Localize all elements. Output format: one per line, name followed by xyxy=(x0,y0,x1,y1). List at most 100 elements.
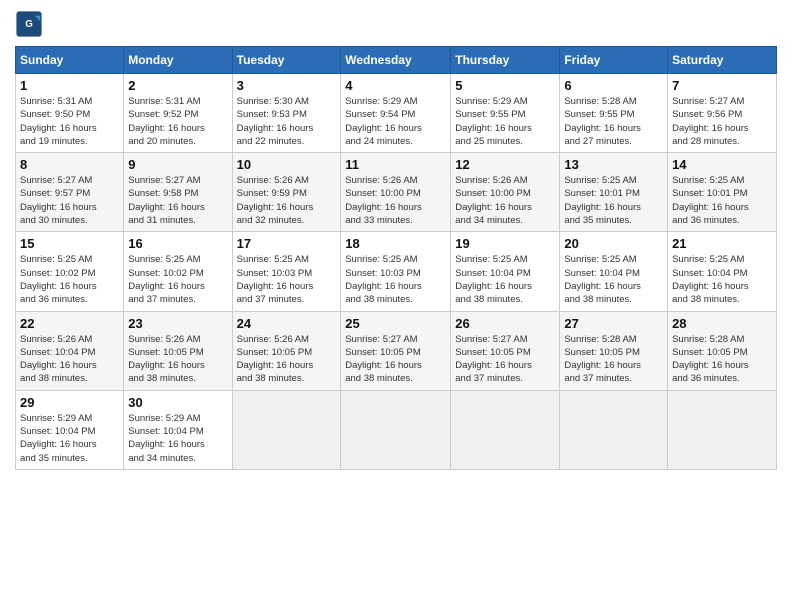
calendar-cell: 15 Sunrise: 5:25 AM Sunset: 10:02 PM Dayl… xyxy=(16,232,124,311)
day-info: Sunrise: 5:27 AM Sunset: 9:57 PM Dayligh… xyxy=(20,174,119,227)
calendar-cell: 22Sunrise: 5:26 AM Sunset: 10:04 PM Dayl… xyxy=(16,311,124,390)
day-info: Sunrise: 5:29 AM Sunset: 9:54 PM Dayligh… xyxy=(345,95,446,148)
svg-text:G: G xyxy=(25,19,33,30)
day-header-saturday: Saturday xyxy=(668,47,777,74)
day-number: 18 xyxy=(345,236,446,251)
day-info: Sunrise: 5:26 AM Sunset: 10:04 PM Daylig… xyxy=(20,333,119,386)
day-info: Sunrise: 5:25 AM Sunset: 10:02 PM Daylig… xyxy=(128,253,227,306)
day-header-tuesday: Tuesday xyxy=(232,47,341,74)
calendar-cell: 29Sunrise: 5:29 AM Sunset: 10:04 PM Dayl… xyxy=(16,390,124,469)
day-number: 26 xyxy=(455,316,555,331)
day-info: Sunrise: 5:27 AM Sunset: 9:58 PM Dayligh… xyxy=(128,174,227,227)
calendar-cell: 1Sunrise: 5:31 AM Sunset: 9:50 PM Daylig… xyxy=(16,74,124,153)
calendar-cell: 14 Sunrise: 5:25 AM Sunset: 10:01 PM Dayl… xyxy=(668,153,777,232)
calendar-cell: 21 Sunrise: 5:25 AM Sunset: 10:04 PM Dayl… xyxy=(668,232,777,311)
week-row-5: 29Sunrise: 5:29 AM Sunset: 10:04 PM Dayl… xyxy=(16,390,777,469)
day-number: 10 xyxy=(237,157,337,172)
day-number: 8 xyxy=(20,157,119,172)
week-row-3: 15 Sunrise: 5:25 AM Sunset: 10:02 PM Dayl… xyxy=(16,232,777,311)
calendar-cell: 5Sunrise: 5:29 AM Sunset: 9:55 PM Daylig… xyxy=(451,74,560,153)
day-number: 27 xyxy=(564,316,663,331)
day-header-sunday: Sunday xyxy=(16,47,124,74)
calendar-table: SundayMondayTuesdayWednesdayThursdayFrid… xyxy=(15,46,777,470)
calendar-cell: 25 Sunrise: 5:27 AM Sunset: 10:05 PM Dayl… xyxy=(341,311,451,390)
day-number: 17 xyxy=(237,236,337,251)
day-number: 9 xyxy=(128,157,227,172)
calendar-cell xyxy=(560,390,668,469)
calendar-cell: 26 Sunrise: 5:27 AM Sunset: 10:05 PM Dayl… xyxy=(451,311,560,390)
day-info: Sunrise: 5:25 AM Sunset: 10:02 PM Daylig… xyxy=(20,253,119,306)
day-number: 21 xyxy=(672,236,772,251)
calendar-cell: 13 Sunrise: 5:25 AM Sunset: 10:01 PM Dayl… xyxy=(560,153,668,232)
day-info: Sunrise: 5:25 AM Sunset: 10:01 PM Daylig… xyxy=(564,174,663,227)
day-info: Sunrise: 5:27 AM Sunset: 9:56 PM Dayligh… xyxy=(672,95,772,148)
day-number: 15 xyxy=(20,236,119,251)
day-number: 11 xyxy=(345,157,446,172)
logo: G xyxy=(15,10,47,38)
calendar-cell xyxy=(451,390,560,469)
day-info: Sunrise: 5:25 AM Sunset: 10:01 PM Daylig… xyxy=(672,174,772,227)
day-info: Sunrise: 5:25 AM Sunset: 10:04 PM Daylig… xyxy=(564,253,663,306)
day-info: Sunrise: 5:25 AM Sunset: 10:03 PM Daylig… xyxy=(345,253,446,306)
day-number: 29 xyxy=(20,395,119,410)
day-info: Sunrise: 5:27 AM Sunset: 10:05 PM Daylig… xyxy=(345,333,446,386)
calendar-cell: 17Sunrise: 5:25 AM Sunset: 10:03 PM Dayl… xyxy=(232,232,341,311)
day-info: Sunrise: 5:28 AM Sunset: 10:05 PM Daylig… xyxy=(564,333,663,386)
day-info: Sunrise: 5:26 AM Sunset: 10:00 PM Daylig… xyxy=(345,174,446,227)
day-info: Sunrise: 5:26 AM Sunset: 10:00 PM Daylig… xyxy=(455,174,555,227)
calendar-cell xyxy=(341,390,451,469)
day-header-friday: Friday xyxy=(560,47,668,74)
day-number: 19 xyxy=(455,236,555,251)
calendar-cell: 8 Sunrise: 5:27 AM Sunset: 9:57 PM Daylig… xyxy=(16,153,124,232)
day-info: Sunrise: 5:31 AM Sunset: 9:52 PM Dayligh… xyxy=(128,95,227,148)
day-header-monday: Monday xyxy=(124,47,232,74)
day-number: 24 xyxy=(237,316,337,331)
calendar-cell: 24 Sunrise: 5:26 AM Sunset: 10:05 PM Dayl… xyxy=(232,311,341,390)
day-number: 13 xyxy=(564,157,663,172)
day-number: 6 xyxy=(564,78,663,93)
day-number: 23 xyxy=(128,316,227,331)
day-number: 14 xyxy=(672,157,772,172)
day-info: Sunrise: 5:27 AM Sunset: 10:05 PM Daylig… xyxy=(455,333,555,386)
day-info: Sunrise: 5:26 AM Sunset: 10:05 PM Daylig… xyxy=(237,333,337,386)
calendar-cell: 2 Sunrise: 5:31 AM Sunset: 9:52 PM Daylig… xyxy=(124,74,232,153)
calendar-cell: 30Sunrise: 5:29 AM Sunset: 10:04 PM Dayl… xyxy=(124,390,232,469)
week-row-2: 8 Sunrise: 5:27 AM Sunset: 9:57 PM Daylig… xyxy=(16,153,777,232)
day-info: Sunrise: 5:26 AM Sunset: 9:59 PM Dayligh… xyxy=(237,174,337,227)
calendar-page: G SundayMondayTuesdayWednesdayThursdayFr… xyxy=(0,0,792,480)
day-number: 12 xyxy=(455,157,555,172)
calendar-cell: 3 Sunrise: 5:30 AM Sunset: 9:53 PM Daylig… xyxy=(232,74,341,153)
day-number: 2 xyxy=(128,78,227,93)
calendar-cell: 16 Sunrise: 5:25 AM Sunset: 10:02 PM Dayl… xyxy=(124,232,232,311)
calendar-header: SundayMondayTuesdayWednesdayThursdayFrid… xyxy=(16,47,777,74)
day-number: 5 xyxy=(455,78,555,93)
day-number: 28 xyxy=(672,316,772,331)
calendar-cell: 9 Sunrise: 5:27 AM Sunset: 9:58 PM Daylig… xyxy=(124,153,232,232)
week-row-4: 22Sunrise: 5:26 AM Sunset: 10:04 PM Dayl… xyxy=(16,311,777,390)
calendar-cell xyxy=(668,390,777,469)
calendar-cell: 18 Sunrise: 5:25 AM Sunset: 10:03 PM Dayl… xyxy=(341,232,451,311)
calendar-cell: 4 Sunrise: 5:29 AM Sunset: 9:54 PM Daylig… xyxy=(341,74,451,153)
calendar-body: 1Sunrise: 5:31 AM Sunset: 9:50 PM Daylig… xyxy=(16,74,777,470)
day-info: Sunrise: 5:25 AM Sunset: 10:04 PM Daylig… xyxy=(672,253,772,306)
day-header-wednesday: Wednesday xyxy=(341,47,451,74)
calendar-cell: 23Sunrise: 5:26 AM Sunset: 10:05 PM Dayl… xyxy=(124,311,232,390)
day-info: Sunrise: 5:28 AM Sunset: 9:55 PM Dayligh… xyxy=(564,95,663,148)
calendar-cell: 19Sunrise: 5:25 AM Sunset: 10:04 PM Dayl… xyxy=(451,232,560,311)
calendar-cell: 28 Sunrise: 5:28 AM Sunset: 10:05 PM Dayl… xyxy=(668,311,777,390)
day-info: Sunrise: 5:28 AM Sunset: 10:05 PM Daylig… xyxy=(672,333,772,386)
day-number: 1 xyxy=(20,78,119,93)
calendar-cell: 7 Sunrise: 5:27 AM Sunset: 9:56 PM Daylig… xyxy=(668,74,777,153)
day-header-thursday: Thursday xyxy=(451,47,560,74)
day-number: 4 xyxy=(345,78,446,93)
calendar-cell: 11 Sunrise: 5:26 AM Sunset: 10:00 PM Dayl… xyxy=(341,153,451,232)
day-number: 16 xyxy=(128,236,227,251)
header: G xyxy=(15,10,777,38)
day-number: 3 xyxy=(237,78,337,93)
day-number: 7 xyxy=(672,78,772,93)
day-number: 25 xyxy=(345,316,446,331)
logo-icon: G xyxy=(15,10,43,38)
calendar-cell: 20Sunrise: 5:25 AM Sunset: 10:04 PM Dayl… xyxy=(560,232,668,311)
day-number: 30 xyxy=(128,395,227,410)
day-info: Sunrise: 5:30 AM Sunset: 9:53 PM Dayligh… xyxy=(237,95,337,148)
